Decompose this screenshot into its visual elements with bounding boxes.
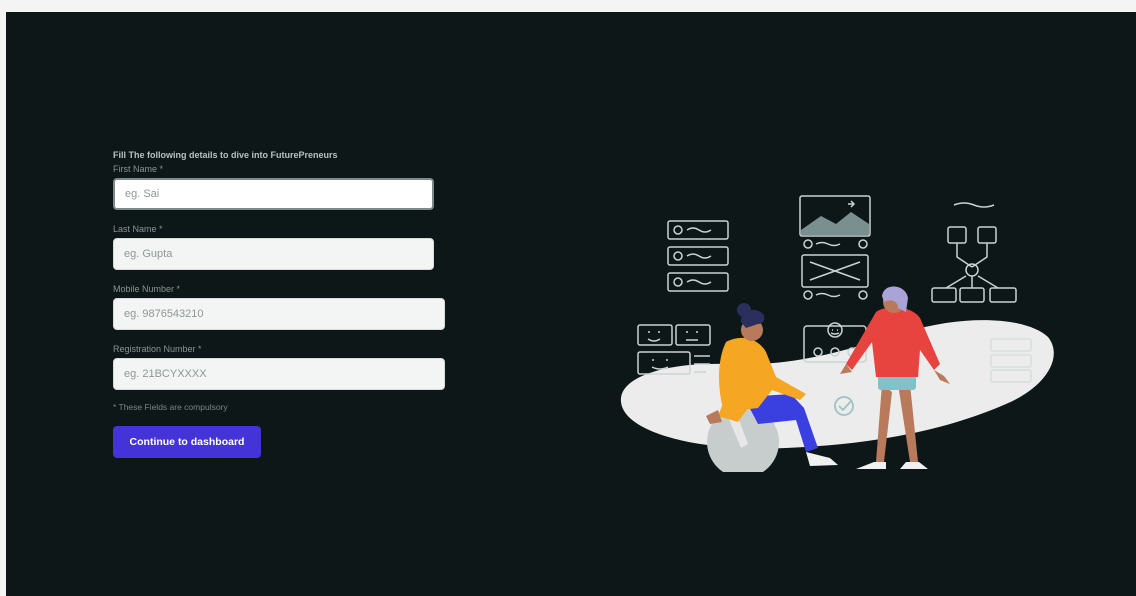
- wireframe-cards-icon: [667, 220, 729, 292]
- form-heading: Fill The following details to dive into …: [113, 150, 338, 160]
- mobile-number-input[interactable]: [113, 298, 445, 330]
- mobile-number-label: Mobile Number *: [113, 284, 181, 294]
- app-window: Fill The following details to dive into …: [6, 12, 1136, 596]
- signup-form: Fill The following details to dive into …: [113, 150, 453, 458]
- registration-number-label: Registration Number *: [113, 344, 202, 354]
- continue-to-dashboard-button[interactable]: Continue to dashboard: [113, 426, 261, 458]
- collaboration-illustration: [620, 195, 1054, 472]
- first-name-input[interactable]: [113, 178, 434, 210]
- illustration-blob: [620, 320, 1054, 449]
- first-name-label: First Name *: [113, 164, 164, 174]
- last-name-label: Last Name *: [113, 224, 163, 234]
- required-fields-note: * These Fields are compulsory: [113, 402, 228, 412]
- last-name-input[interactable]: [113, 238, 434, 270]
- flowchart-icon: [931, 202, 1017, 303]
- registration-number-input[interactable]: [113, 358, 445, 390]
- image-placeholder-icon: [799, 195, 871, 300]
